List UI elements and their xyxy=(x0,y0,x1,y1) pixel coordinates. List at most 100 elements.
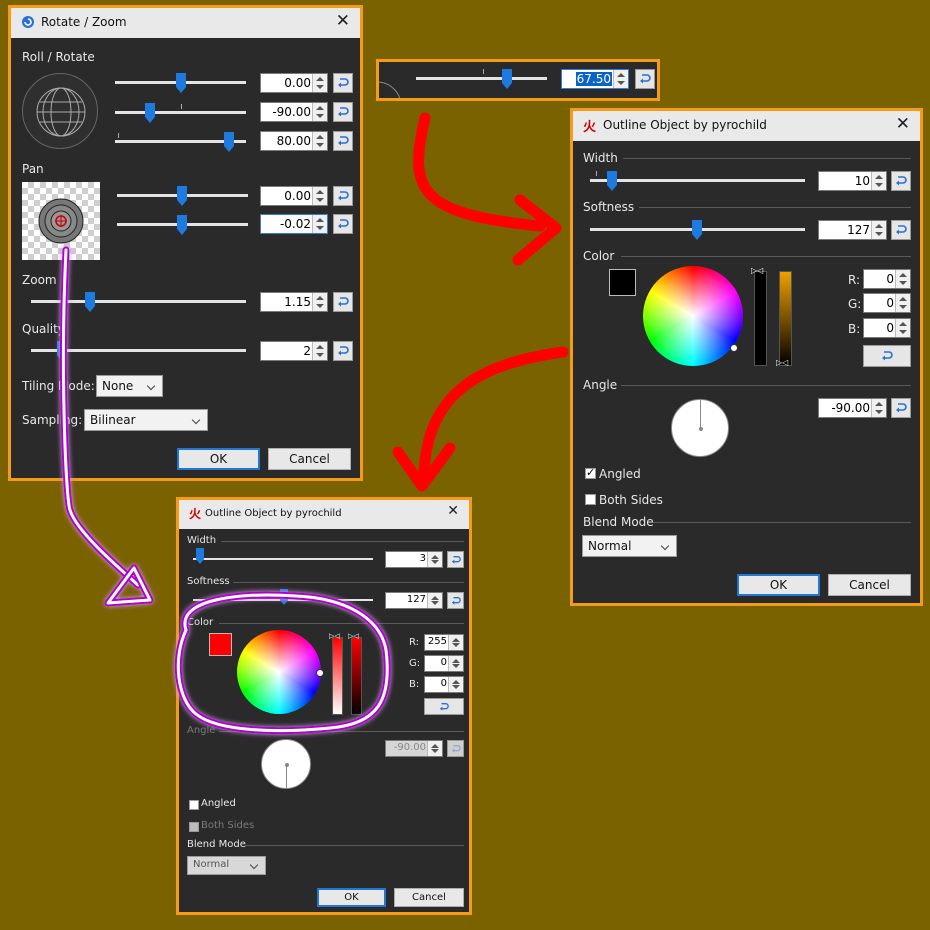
spin-icon[interactable] xyxy=(613,70,628,88)
reset-icon[interactable] xyxy=(333,292,353,312)
tilt-slider[interactable] xyxy=(115,111,246,114)
close-icon[interactable]: ✕ xyxy=(336,11,350,31)
close-icon[interactable]: ✕ xyxy=(447,503,459,519)
spin-icon[interactable] xyxy=(871,172,886,190)
color-reset-icon[interactable] xyxy=(424,698,464,715)
angle-dial[interactable] xyxy=(261,739,311,789)
color-wheel[interactable] xyxy=(237,630,321,714)
reset-icon[interactable] xyxy=(447,551,464,568)
width-slider-thumb[interactable] xyxy=(607,171,617,191)
spin-icon[interactable] xyxy=(312,74,327,92)
angled-checkbox[interactable] xyxy=(189,800,199,810)
fragment-slider-thumb[interactable] xyxy=(502,69,512,89)
cancel-button[interactable]: Cancel xyxy=(394,888,464,907)
g-input[interactable]: 0 xyxy=(424,655,464,672)
spin-icon[interactable] xyxy=(312,293,327,311)
zoom-input[interactable]: 1.15 xyxy=(260,292,328,312)
color-wheel-marker[interactable] xyxy=(316,669,324,677)
spin-icon[interactable] xyxy=(448,677,463,692)
twist-slider-thumb[interactable] xyxy=(224,132,234,152)
reset-icon[interactable] xyxy=(891,220,911,240)
roll-slider-thumb[interactable] xyxy=(176,73,186,93)
reset-icon[interactable] xyxy=(333,186,353,206)
spin-icon[interactable] xyxy=(448,635,463,650)
softness-input[interactable]: 127 xyxy=(385,592,443,609)
spin-icon[interactable] xyxy=(871,221,886,239)
tilt-input[interactable]: -90.00 xyxy=(260,102,328,122)
angle-input[interactable]: -90.00 xyxy=(818,398,887,418)
spin-icon[interactable] xyxy=(448,656,463,671)
reset-icon[interactable] xyxy=(891,171,911,191)
cancel-button[interactable]: Cancel xyxy=(828,574,911,596)
spin-icon[interactable] xyxy=(312,187,327,205)
sampling-dropdown[interactable]: Bilinear xyxy=(84,409,208,431)
pan-preview[interactable] xyxy=(22,182,100,260)
angled-checkbox[interactable] xyxy=(585,466,596,479)
fragment-slider[interactable] xyxy=(416,77,547,80)
r-input[interactable]: 255 xyxy=(424,634,464,651)
pan-y-slider-thumb[interactable] xyxy=(177,215,187,235)
spin-icon[interactable] xyxy=(312,215,327,233)
width-input[interactable]: 3 xyxy=(385,551,443,568)
b-input[interactable]: 0 xyxy=(863,318,911,338)
roll-input[interactable]: 0.00 xyxy=(260,73,328,93)
spin-icon[interactable] xyxy=(427,593,442,608)
tilt-slider-thumb[interactable] xyxy=(145,103,155,123)
value-bar[interactable] xyxy=(332,637,343,715)
close-icon[interactable]: ✕ xyxy=(896,114,910,134)
color-wheel[interactable] xyxy=(643,266,743,366)
primary-color-swatch[interactable] xyxy=(209,633,232,656)
ok-button[interactable]: OK xyxy=(177,448,260,470)
softness-slider-thumb[interactable] xyxy=(692,220,702,240)
width-input[interactable]: 10 xyxy=(818,171,887,191)
pan-x-input[interactable]: 0.00 xyxy=(260,186,328,206)
spin-icon[interactable] xyxy=(312,103,327,121)
alpha-bar[interactable] xyxy=(351,637,362,715)
angle-dial[interactable] xyxy=(671,399,729,457)
pan-x-slider-thumb[interactable] xyxy=(177,186,187,206)
blend-mode-dropdown[interactable]: Normal xyxy=(582,535,677,557)
spin-icon[interactable] xyxy=(895,270,910,288)
ok-button[interactable]: OK xyxy=(737,574,820,596)
reset-icon[interactable] xyxy=(333,131,353,151)
tiling-mode-dropdown[interactable]: None xyxy=(96,375,163,397)
softness-slider-thumb[interactable] xyxy=(280,589,290,609)
alpha-bar[interactable] xyxy=(779,271,792,366)
color-reset-icon[interactable] xyxy=(863,345,911,367)
zoom-slider-thumb[interactable] xyxy=(85,292,95,312)
spin-icon[interactable] xyxy=(895,294,910,312)
twist-input[interactable]: 80.00 xyxy=(260,131,328,151)
zoom-slider[interactable] xyxy=(31,300,246,303)
value-bar[interactable] xyxy=(754,271,767,366)
primary-color-swatch[interactable] xyxy=(609,269,636,296)
width-slider[interactable] xyxy=(193,558,373,560)
reset-icon[interactable] xyxy=(333,214,353,234)
spin-icon[interactable] xyxy=(895,319,910,337)
blend-mode-dropdown[interactable]: Normal xyxy=(187,856,266,875)
reset-icon[interactable] xyxy=(333,341,353,361)
reset-icon[interactable] xyxy=(447,592,464,609)
quality-slider-thumb[interactable] xyxy=(57,341,67,361)
pan-y-input[interactable]: -0.02 xyxy=(260,214,328,234)
spin-icon[interactable] xyxy=(312,342,327,360)
width-slider-thumb[interactable] xyxy=(196,548,206,568)
g-input[interactable]: 0 xyxy=(863,293,911,313)
rotation-sphere[interactable] xyxy=(22,73,98,149)
ok-button[interactable]: OK xyxy=(317,888,386,907)
quality-input[interactable]: 2 xyxy=(260,341,328,361)
spin-icon[interactable] xyxy=(312,132,327,150)
cancel-button[interactable]: Cancel xyxy=(268,448,351,470)
reset-icon[interactable] xyxy=(891,398,911,418)
reset-icon[interactable] xyxy=(333,73,353,93)
color-wheel-marker[interactable] xyxy=(730,344,738,352)
reset-icon[interactable] xyxy=(333,102,353,122)
reset-icon[interactable] xyxy=(635,69,655,89)
r-input[interactable]: 0 xyxy=(863,269,911,289)
softness-input[interactable]: 127 xyxy=(818,220,887,240)
width-slider[interactable] xyxy=(590,179,805,182)
b-input[interactable]: 0 xyxy=(424,676,464,693)
both-sides-checkbox[interactable] xyxy=(585,494,596,505)
spin-icon[interactable] xyxy=(871,399,886,417)
spin-icon[interactable] xyxy=(427,552,442,567)
fragment-input[interactable]: 67.50 xyxy=(561,69,629,89)
